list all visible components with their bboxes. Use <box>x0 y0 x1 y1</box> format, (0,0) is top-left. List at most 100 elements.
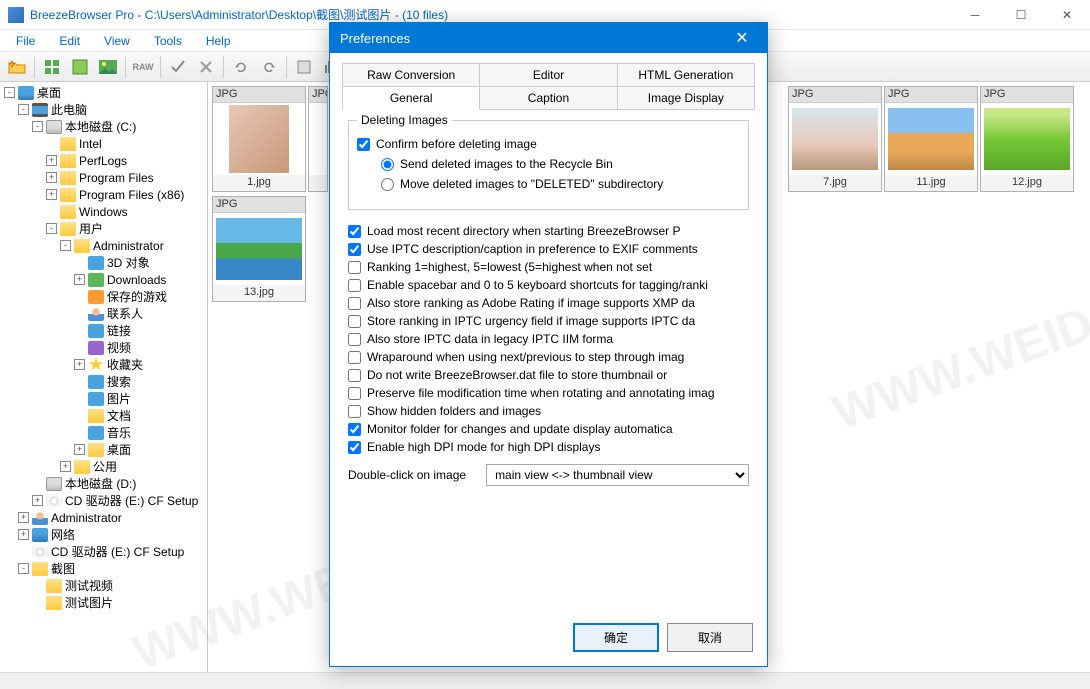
tree-expander[interactable]: - <box>18 563 29 574</box>
menu-view[interactable]: View <box>94 32 140 50</box>
tree-item[interactable]: 本地磁盘 (D:) <box>2 475 205 492</box>
maximize-button[interactable]: ☐ <box>998 0 1044 30</box>
tree-expander[interactable]: + <box>46 155 57 166</box>
properties-button[interactable] <box>291 55 317 79</box>
option-label-5: Store ranking in IPTC urgency field if i… <box>367 314 695 328</box>
tree-expander[interactable]: - <box>32 121 43 132</box>
tab-html-generation[interactable]: HTML Generation <box>618 63 755 87</box>
option-checkbox-0[interactable] <box>348 225 361 238</box>
tree-expander[interactable]: + <box>18 512 29 523</box>
tree-item[interactable]: +收藏夹 <box>2 356 205 373</box>
tree-item[interactable]: +PerfLogs <box>2 152 205 169</box>
menu-edit[interactable]: Edit <box>49 32 90 50</box>
thumbnail[interactable]: JPG13.jpg <box>212 196 306 302</box>
double-click-select[interactable]: main view <-> thumbnail view <box>486 464 749 486</box>
option-checkbox-3[interactable] <box>348 279 361 292</box>
rotate-cw-button[interactable] <box>256 55 282 79</box>
option-checkbox-11[interactable] <box>348 423 361 436</box>
tree-item[interactable]: -用户 <box>2 220 205 237</box>
option-checkbox-9[interactable] <box>348 387 361 400</box>
option-checkbox-8[interactable] <box>348 369 361 382</box>
tree-item[interactable]: Windows <box>2 203 205 220</box>
option-checkbox-10[interactable] <box>348 405 361 418</box>
single-view-button[interactable] <box>67 55 93 79</box>
option-checkbox-7[interactable] <box>348 351 361 364</box>
check-button[interactable] <box>165 55 191 79</box>
close-button[interactable]: ✕ <box>1044 0 1090 30</box>
tree-item[interactable]: 测试视频 <box>2 577 205 594</box>
tree-item[interactable]: Intel <box>2 135 205 152</box>
tree-expander[interactable]: + <box>74 274 85 285</box>
minimize-button[interactable]: ─ <box>952 0 998 30</box>
confirm-delete-checkbox[interactable] <box>357 138 370 151</box>
raw-button[interactable]: RAW <box>130 55 156 79</box>
tree-item[interactable]: 测试图片 <box>2 594 205 611</box>
tree-item[interactable]: +网络 <box>2 526 205 543</box>
rotate-ccw-button[interactable] <box>228 55 254 79</box>
folder-tree[interactable]: -桌面-此电脑-本地磁盘 (C:)Intel+PerfLogs+Program … <box>0 82 208 689</box>
horizontal-scrollbar[interactable] <box>0 672 1090 689</box>
open-folder-button[interactable] <box>4 55 30 79</box>
tree-item[interactable]: 搜索 <box>2 373 205 390</box>
menu-help[interactable]: Help <box>196 32 241 50</box>
thumbnail[interactable]: JPG12.jpg <box>980 86 1074 192</box>
tree-item[interactable]: -此电脑 <box>2 101 205 118</box>
cancel-button[interactable]: 取消 <box>667 623 753 652</box>
menu-tools[interactable]: Tools <box>144 32 192 50</box>
tab-caption[interactable]: Caption <box>480 86 617 110</box>
grid-view-button[interactable] <box>39 55 65 79</box>
menu-file[interactable]: File <box>6 32 45 50</box>
ok-button[interactable]: 确定 <box>573 623 659 652</box>
delete-button[interactable] <box>193 55 219 79</box>
deleted-subdir-radio[interactable] <box>381 178 394 191</box>
tree-item[interactable]: 3D 对象 <box>2 254 205 271</box>
option-checkbox-5[interactable] <box>348 315 361 328</box>
tree-expander[interactable]: - <box>4 87 15 98</box>
thumbnail[interactable]: JPG7.jpg <box>788 86 882 192</box>
tree-expander[interactable]: - <box>18 104 29 115</box>
option-checkbox-4[interactable] <box>348 297 361 310</box>
tree-expander[interactable]: + <box>74 359 85 370</box>
tree-expander[interactable]: + <box>32 495 43 506</box>
tab-raw-conversion[interactable]: Raw Conversion <box>342 63 480 87</box>
tree-item[interactable]: CD 驱动器 (E:) CF Setup <box>2 543 205 560</box>
tree-item[interactable]: 文档 <box>2 407 205 424</box>
tree-item[interactable]: +桌面 <box>2 441 205 458</box>
thumbnail[interactable]: JPG11.jpg <box>884 86 978 192</box>
tree-item[interactable]: 保存的游戏 <box>2 288 205 305</box>
tree-expander[interactable]: + <box>46 172 57 183</box>
tree-item[interactable]: 图片 <box>2 390 205 407</box>
tree-item[interactable]: +Downloads <box>2 271 205 288</box>
tab-image-display[interactable]: Image Display <box>618 86 755 110</box>
thumbnail[interactable]: JPG1.jpg <box>212 86 306 192</box>
tree-item[interactable]: 联系人 <box>2 305 205 322</box>
thumbnail[interactable]: JPG <box>308 86 328 192</box>
tree-item[interactable]: -截图 <box>2 560 205 577</box>
option-checkbox-2[interactable] <box>348 261 361 274</box>
tree-item[interactable]: 链接 <box>2 322 205 339</box>
tree-expander[interactable]: - <box>60 240 71 251</box>
tree-item[interactable]: -桌面 <box>2 84 205 101</box>
tree-item[interactable]: +Program Files <box>2 169 205 186</box>
tree-expander[interactable]: + <box>60 461 71 472</box>
tree-expander[interactable]: + <box>74 444 85 455</box>
tab-general[interactable]: General <box>342 86 480 110</box>
tree-item[interactable]: +Program Files (x86) <box>2 186 205 203</box>
dialog-close-button[interactable]: ✕ <box>727 28 757 48</box>
tree-item[interactable]: +Administrator <box>2 509 205 526</box>
tree-item[interactable]: +公用 <box>2 458 205 475</box>
tree-item[interactable]: 视频 <box>2 339 205 356</box>
tree-expander[interactable]: - <box>46 223 57 234</box>
tree-expander[interactable]: + <box>18 529 29 540</box>
tree-item[interactable]: -Administrator <box>2 237 205 254</box>
tab-editor[interactable]: Editor <box>480 63 617 87</box>
option-checkbox-12[interactable] <box>348 441 361 454</box>
recycle-bin-radio[interactable] <box>381 158 394 171</box>
landscape-icon[interactable] <box>95 55 121 79</box>
tree-item[interactable]: 音乐 <box>2 424 205 441</box>
option-checkbox-6[interactable] <box>348 333 361 346</box>
tree-item[interactable]: +CD 驱动器 (E:) CF Setup <box>2 492 205 509</box>
tree-item[interactable]: -本地磁盘 (C:) <box>2 118 205 135</box>
option-checkbox-1[interactable] <box>348 243 361 256</box>
tree-expander[interactable]: + <box>46 189 57 200</box>
